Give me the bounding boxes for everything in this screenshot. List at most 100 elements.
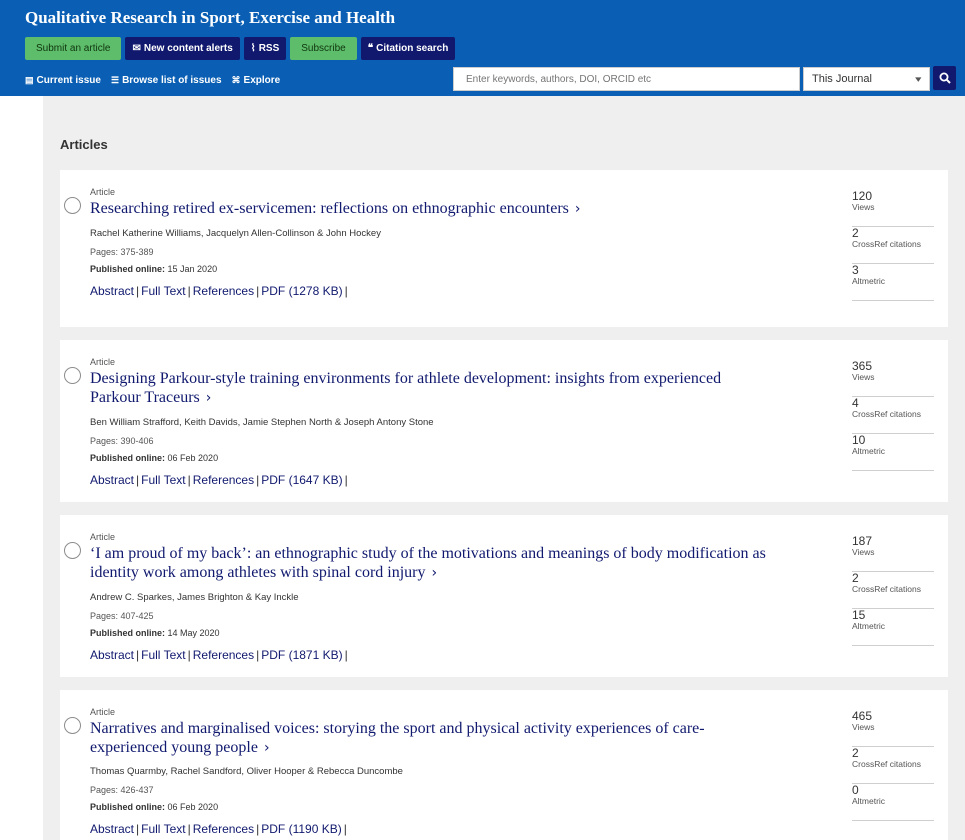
altmetric-metric[interactable]: 0 Altmetric	[852, 784, 934, 821]
published-date: Published online: 15 Jan 2020	[90, 264, 217, 274]
abstract-link[interactable]: Abstract	[90, 284, 134, 298]
altmetric-metric[interactable]: 10 Altmetric	[852, 434, 934, 471]
altmetric-count: 15	[852, 608, 866, 622]
rss-label: RSS	[258, 43, 280, 54]
published-date: Published online: 06 Feb 2020	[90, 453, 218, 463]
article-links: Abstract | Full Text | References | PDF (1278 …	[90, 284, 348, 298]
full-text-link[interactable]: Full Text	[141, 648, 185, 662]
citation-search-label: Citation search	[376, 43, 449, 54]
article-authors: Ben William Strafford, Keith Davids, Jam…	[90, 417, 434, 428]
views-metric: 187 Views	[852, 535, 934, 572]
views-count: 365	[852, 359, 873, 373]
search-scope-select[interactable]: This Journal ▾	[803, 67, 930, 91]
citations-metric[interactable]: 2 CrossRef citations	[852, 747, 934, 784]
chevron-right-icon: ›	[205, 390, 212, 406]
browse-issues-link[interactable]: ☰ Browse list of issues	[111, 75, 222, 86]
journal-header: Qualitative Research in Sport, Exercise …	[0, 0, 965, 96]
citations-count: 2	[852, 571, 859, 585]
views-label: Views	[852, 202, 875, 212]
header-button-row: Submit an article ✉ New content alerts ⌇ R…	[25, 37, 456, 60]
article-type: Article	[90, 707, 116, 717]
citation-search-button[interactable]: ❝ Citation search	[360, 37, 456, 60]
views-metric: 120 Views	[852, 190, 934, 227]
citations-label: CrossRef citations	[852, 409, 921, 419]
chevron-down-icon: ▾	[915, 73, 922, 84]
journal-subnav: ▤ Current issue ☰ Browse list of issues ⌘ E…	[25, 75, 280, 86]
content-alerts-button[interactable]: ✉ New content alerts	[125, 37, 240, 60]
pdf-link[interactable]: PDF (1278 KB)	[261, 284, 342, 298]
article-title-text: Narratives and marginalised voices: stor…	[90, 720, 705, 756]
full-text-link[interactable]: Full Text	[141, 473, 185, 487]
altmetric-count: 10	[852, 433, 866, 447]
published-date: Published online: 14 May 2020	[90, 628, 220, 638]
search-button[interactable]	[933, 66, 956, 90]
published-label: Published online:	[90, 264, 166, 274]
chevron-right-icon: ›	[431, 565, 438, 581]
select-article-radio[interactable]	[64, 367, 81, 384]
references-link[interactable]: References	[193, 473, 254, 487]
select-article-radio[interactable]	[64, 197, 81, 214]
article-card: Article Designing Parkour-style training…	[60, 340, 948, 502]
article-card: Article Narratives and marginalised voic…	[60, 690, 948, 840]
pdf-link[interactable]: PDF (1647 KB)	[261, 473, 342, 487]
rss-icon: ⌇	[250, 43, 256, 54]
article-links: Abstract | Full Text | References | PDF (1647 …	[90, 473, 348, 487]
current-issue-label: Current issue	[36, 75, 101, 86]
article-title-text: Researching retired ex-servicemen: refle…	[90, 200, 569, 217]
article-pages: Pages: 375-389	[90, 247, 154, 257]
pdf-link[interactable]: PDF (1871 KB)	[261, 648, 342, 662]
article-title[interactable]: Narratives and marginalised voices: stor…	[90, 719, 770, 758]
references-link[interactable]: References	[193, 822, 254, 836]
article-type: Article	[90, 187, 116, 197]
rss-button[interactable]: ⌇ RSS	[243, 37, 287, 60]
citations-metric[interactable]: 2 CrossRef citations	[852, 227, 934, 264]
altmetric-label: Altmetric	[852, 796, 886, 806]
journal-title[interactable]: Qualitative Research in Sport, Exercise …	[25, 8, 395, 28]
abstract-link[interactable]: Abstract	[90, 822, 134, 836]
article-title[interactable]: Designing Parkour-style training environ…	[90, 369, 770, 408]
citations-metric[interactable]: 2 CrossRef citations	[852, 572, 934, 609]
article-pages: Pages: 390-406	[90, 436, 154, 446]
explore-link[interactable]: ⌘ Explore	[232, 75, 281, 86]
article-title[interactable]: Researching retired ex-servicemen: refle…	[90, 199, 770, 219]
current-issue-link[interactable]: ▤ Current issue	[25, 75, 101, 86]
citations-count: 2	[852, 746, 859, 760]
search-icon	[939, 72, 951, 84]
submit-article-button[interactable]: Submit an article	[25, 37, 122, 60]
full-text-link[interactable]: Full Text	[141, 284, 185, 298]
references-link[interactable]: References	[193, 648, 254, 662]
abstract-link[interactable]: Abstract	[90, 473, 134, 487]
views-label: Views	[852, 722, 875, 732]
article-metrics: 187 Views 2 CrossRef citations 15 Altmetric	[852, 535, 934, 646]
search-scope-value: This Journal	[812, 73, 872, 85]
altmetric-metric[interactable]: 3 Altmetric	[852, 264, 934, 301]
book-icon: ▤	[25, 75, 34, 85]
published-date: Published online: 06 Feb 2020	[90, 802, 218, 812]
altmetric-metric[interactable]: 15 Altmetric	[852, 609, 934, 646]
published-value: 06 Feb 2020	[167, 453, 219, 463]
views-label: Views	[852, 372, 875, 382]
subscribe-button[interactable]: Subscribe	[290, 37, 357, 60]
list-icon: ☰	[110, 75, 120, 85]
published-value: 06 Feb 2020	[167, 802, 219, 812]
views-count: 465	[852, 709, 873, 723]
citations-label: CrossRef citations	[852, 759, 921, 769]
citations-label: CrossRef citations	[852, 584, 921, 594]
select-article-radio[interactable]	[64, 717, 81, 734]
views-metric: 465 Views	[852, 710, 934, 747]
citations-count: 4	[852, 396, 859, 410]
search-input[interactable]	[453, 67, 800, 91]
article-title[interactable]: ‘I am proud of my back’: an ethnographic…	[90, 544, 770, 583]
article-metrics: 120 Views 2 CrossRef citations 3 Altmetric	[852, 190, 934, 301]
article-type: Article	[90, 532, 116, 542]
references-link[interactable]: References	[193, 284, 254, 298]
full-text-link[interactable]: Full Text	[141, 822, 185, 836]
citations-metric[interactable]: 4 CrossRef citations	[852, 397, 934, 434]
binoculars-icon: ⌘	[231, 75, 241, 85]
abstract-link[interactable]: Abstract	[90, 648, 134, 662]
views-count: 187	[852, 534, 873, 548]
pdf-link[interactable]: PDF (1190 KB)	[261, 822, 341, 836]
select-article-radio[interactable]	[64, 542, 81, 559]
views-count: 120	[852, 189, 873, 203]
altmetric-label: Altmetric	[852, 621, 886, 631]
